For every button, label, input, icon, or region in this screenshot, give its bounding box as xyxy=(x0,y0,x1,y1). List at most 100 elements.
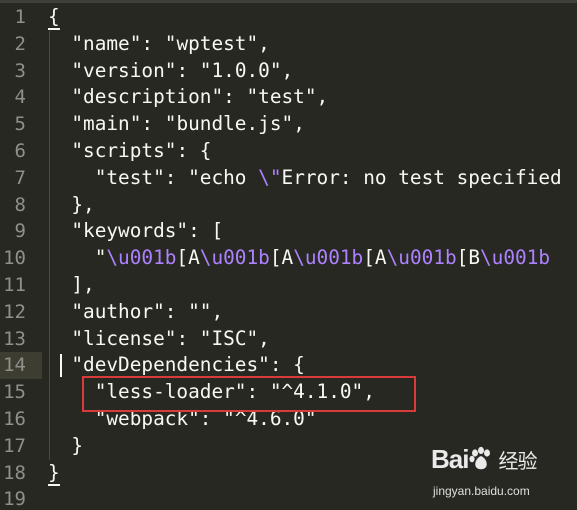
indent-guide xyxy=(49,30,50,460)
code-token: "description" xyxy=(71,85,224,109)
watermark-url: jingyan.baidu.com xyxy=(433,484,530,498)
code-token: }, xyxy=(71,192,95,216)
code-text: "main": "bundle.js", xyxy=(48,111,305,138)
code-token: , xyxy=(281,58,294,82)
code-token: "wptest" xyxy=(164,31,259,55)
line-number: 13 xyxy=(3,327,26,350)
bracket-match-underline xyxy=(48,483,60,486)
code-text: "license": "ISC", xyxy=(48,326,270,353)
code-token: Error: no test specified xyxy=(281,165,562,189)
code-token: : xyxy=(164,165,189,189)
line-number: 10 xyxy=(3,247,26,270)
code-token: "scripts" xyxy=(71,139,177,162)
code-line-3[interactable]: 3 "version": "1.0.0", xyxy=(0,58,577,85)
code-text: "name": "wptest", xyxy=(48,31,270,58)
line-number: 11 xyxy=(3,274,26,296)
code-text: { xyxy=(48,4,60,31)
code-text: "scripts": { xyxy=(48,138,211,165)
code-text: } xyxy=(48,433,83,460)
code-token: "keywords" xyxy=(71,219,189,243)
code-line-9[interactable]: 9 "keywords": [ xyxy=(0,218,577,245)
code-token: [B xyxy=(456,246,480,270)
code-token: ], xyxy=(71,273,95,296)
code-text: "version": "1.0.0", xyxy=(48,58,293,85)
code-line-1[interactable]: 1{ xyxy=(0,4,577,31)
code-text: "\u001b[A\u001b[A\u001b[A\u001b[B\u001b xyxy=(48,245,550,272)
bracket-match-underline xyxy=(48,28,60,30)
code-text: ], xyxy=(48,272,95,299)
code-token: : xyxy=(176,58,200,82)
code-token: "bundle.js" xyxy=(164,112,294,136)
line-number: 6 xyxy=(14,140,26,162)
code-token: : xyxy=(176,326,200,350)
code-text: "author": "", xyxy=(48,299,223,326)
line-number: 9 xyxy=(14,220,26,243)
code-line-7[interactable]: 7 "test": "echo \"Error: no test specifi… xyxy=(0,165,577,192)
line-number: 19 xyxy=(3,488,26,510)
code-token: , xyxy=(258,326,270,350)
line-number: 8 xyxy=(14,193,26,216)
code-line-4[interactable]: 4 "description": "test", xyxy=(0,84,577,111)
code-token: : { xyxy=(176,139,212,162)
code-token: } xyxy=(48,460,60,484)
code-token: "1.0.0" xyxy=(199,58,282,82)
code-token: "author" xyxy=(71,299,165,323)
escape-sequence: \u001b xyxy=(106,246,177,270)
code-text: "test": "echo \"Error: no test specified xyxy=(48,165,562,192)
code-token: : { xyxy=(269,353,305,377)
code-token: : xyxy=(164,299,189,323)
line-number: 7 xyxy=(14,166,26,189)
code-line-2[interactable]: 2 "name": "wptest", xyxy=(0,31,577,58)
code-line-13[interactable]: 13 "license": "ISC", xyxy=(0,326,577,353)
code-token: "test" xyxy=(94,165,165,189)
jingyan-label: 经验 xyxy=(498,449,537,473)
code-token: , xyxy=(293,112,305,136)
code-token: "name" xyxy=(71,31,142,55)
line-number: 14 xyxy=(3,354,26,377)
code-line-12[interactable]: 12 "author": "", xyxy=(0,299,577,326)
code-line-8[interactable]: 8 }, xyxy=(0,192,577,219)
code-token: : xyxy=(141,31,165,55)
code-token: { xyxy=(48,5,60,28)
code-token: , xyxy=(258,31,270,55)
baidu-paw-icon xyxy=(469,446,491,470)
baidu-jingyan-watermark: Bai du经验 jingyan.baidu.com xyxy=(431,444,571,506)
code-token: [A xyxy=(269,246,294,270)
escape-sequence: \" xyxy=(258,165,282,189)
editor-top-border xyxy=(0,0,577,3)
code-token: " xyxy=(48,246,107,270)
line-number: 18 xyxy=(3,461,26,484)
line-number: 1 xyxy=(14,6,26,28)
code-token: "main" xyxy=(71,112,142,136)
code-token: "" xyxy=(188,299,212,323)
code-line-10[interactable]: 10 "\u001b[A\u001b[A\u001b[A\u001b[B\u00… xyxy=(0,245,577,272)
baidu-logo-text: Bai xyxy=(431,444,469,474)
baidu-logo: Bai du经验 xyxy=(431,444,537,475)
code-line-6[interactable]: 6 "scripts": { xyxy=(0,138,577,165)
code-token: : xyxy=(141,112,165,136)
code-token: [A xyxy=(363,246,387,270)
code-token: } xyxy=(71,433,84,457)
code-token: , xyxy=(211,299,224,323)
code-token: "devDependencies" xyxy=(71,353,270,377)
line-number: 2 xyxy=(14,32,26,55)
code-line-5[interactable]: 5 "main": "bundle.js", xyxy=(0,111,577,138)
code-line-11[interactable]: 11 ], xyxy=(0,272,577,299)
code-editor[interactable]: 1{2 "name": "wptest", 3 "version": "1.0.0… xyxy=(0,0,577,510)
code-text: "keywords": [ xyxy=(48,218,223,245)
code-text: } xyxy=(48,460,60,487)
line-number: 17 xyxy=(3,434,26,457)
code-text: }, xyxy=(48,192,95,219)
code-text: "description": "test", xyxy=(48,84,328,111)
code-token: [A xyxy=(176,246,200,270)
code-token: "license" xyxy=(71,326,177,350)
code-token: "test" xyxy=(246,85,317,109)
line-number: 16 xyxy=(3,408,26,430)
